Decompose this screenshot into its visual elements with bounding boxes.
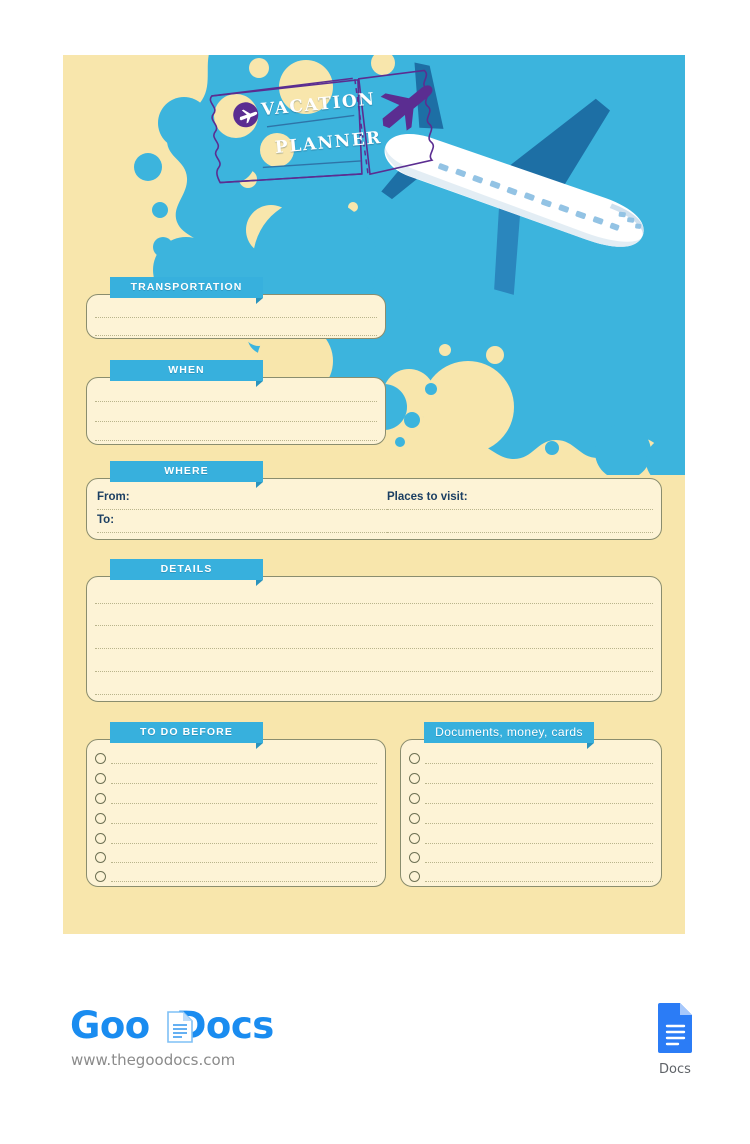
- field-label-from: From:: [97, 491, 130, 503]
- blob-cutout-circle: [439, 344, 451, 356]
- section-label-documents-money-cards: Documents, money, cards: [424, 722, 594, 749]
- dotted-line: [95, 648, 653, 649]
- blob-cutout-circle: [422, 361, 514, 453]
- dotted-line: [95, 603, 653, 604]
- section-label-transportation: TRANSPORTATION: [110, 277, 263, 304]
- decorative-circle: [349, 343, 361, 355]
- dotted-line: [425, 843, 653, 844]
- checkbox-circle[interactable]: [409, 773, 420, 784]
- ruled-lines: [87, 577, 661, 701]
- checkbox-circle[interactable]: [95, 871, 106, 882]
- section-label-where: WHERE: [110, 461, 263, 488]
- field-label-places-to-visit: Places to visit:: [387, 491, 468, 503]
- dotted-line: [425, 783, 653, 784]
- logo-text-part1: Goo: [70, 1004, 150, 1047]
- blob-cutout-circle: [249, 58, 269, 78]
- checkbox-circle[interactable]: [95, 813, 106, 824]
- dotted-line: [111, 881, 377, 882]
- google-docs-icon: [658, 1003, 692, 1053]
- checkbox-circle[interactable]: [95, 773, 106, 784]
- checkbox-circle[interactable]: [95, 833, 106, 844]
- website-url[interactable]: www.thegoodocs.com: [71, 1051, 235, 1069]
- checkbox-circle[interactable]: [409, 852, 420, 863]
- decorative-circle: [405, 330, 425, 350]
- decorative-circle: [158, 97, 210, 149]
- dotted-line: [95, 421, 377, 422]
- section-label-to-do-before: TO DO BEFORE: [110, 722, 263, 749]
- checkbox-circle[interactable]: [95, 753, 106, 764]
- planner-document: VACATION PLANNER TRANSPORTATION WHEN WHE…: [63, 55, 685, 934]
- input-places-to-visit-2[interactable]: [387, 532, 653, 533]
- page-canvas: VACATION PLANNER TRANSPORTATION WHEN WHE…: [0, 0, 750, 1144]
- decorative-circle: [425, 383, 437, 395]
- dotted-line: [95, 335, 377, 336]
- decorative-circle: [152, 202, 168, 218]
- footer: Goo Docs www.thegoodocs.com Docs: [0, 934, 750, 1144]
- dotted-line: [425, 803, 653, 804]
- dotted-line: [425, 763, 653, 764]
- dotted-line: [111, 862, 377, 863]
- document-page-icon: [167, 1011, 193, 1043]
- section-label-when: WHEN: [110, 360, 263, 387]
- dotted-line: [425, 823, 653, 824]
- input-when[interactable]: [86, 377, 386, 445]
- checkbox-circle[interactable]: [409, 833, 420, 844]
- checkbox-circle[interactable]: [95, 852, 106, 863]
- checklist-documents-money-cards[interactable]: [400, 739, 662, 887]
- dotted-line: [95, 440, 377, 441]
- dotted-line: [95, 625, 653, 626]
- ticket-stub-outline: [357, 69, 435, 176]
- decorative-circle: [646, 437, 685, 475]
- dotted-line: [95, 671, 653, 672]
- checkbox-circle[interactable]: [95, 793, 106, 804]
- ruled-lines: [87, 740, 385, 886]
- google-docs-badge[interactable]: Docs: [645, 1002, 705, 1077]
- dotted-line: [425, 881, 653, 882]
- ticket-rule: [262, 160, 361, 169]
- dotted-line: [95, 401, 377, 402]
- ticket-bottom-edge: [220, 173, 362, 184]
- input-from[interactable]: [97, 509, 435, 510]
- input-places-to-visit-1[interactable]: [387, 509, 653, 510]
- goodocs-logo[interactable]: Goo Docs www.thegoodocs.com: [70, 1004, 370, 1074]
- decorative-circle: [395, 437, 405, 447]
- input-details[interactable]: [86, 576, 662, 702]
- checkbox-circle[interactable]: [409, 813, 420, 824]
- checkbox-circle[interactable]: [409, 793, 420, 804]
- blob-cutout-circle: [481, 385, 495, 399]
- input-transportation[interactable]: [86, 294, 386, 339]
- checkbox-circle[interactable]: [409, 871, 420, 882]
- vacation-planner-ticket: VACATION PLANNER: [203, 66, 453, 203]
- dotted-line: [425, 862, 653, 863]
- checklist-to-do-before[interactable]: [86, 739, 386, 887]
- dotted-line: [95, 694, 653, 695]
- dotted-line: [95, 317, 377, 318]
- decorative-circle: [404, 412, 420, 428]
- where-field-group: From: To: Places to visit:: [86, 478, 662, 540]
- dotted-line: [111, 783, 377, 784]
- input-to[interactable]: [97, 532, 435, 533]
- checkbox-circle[interactable]: [409, 753, 420, 764]
- decorative-circle: [134, 153, 162, 181]
- ruled-lines: [87, 378, 385, 444]
- decorative-circle: [545, 441, 559, 455]
- ruled-lines: [401, 740, 661, 886]
- airplane-silhouette-icon: [380, 85, 433, 131]
- section-label-details: DETAILS: [110, 559, 263, 586]
- blob-cutout-circle: [486, 346, 504, 364]
- dotted-line: [111, 763, 377, 764]
- dotted-line: [111, 803, 377, 804]
- dotted-line: [111, 823, 377, 824]
- dotted-line: [111, 843, 377, 844]
- ruled-lines: [87, 295, 385, 338]
- field-label-to: To:: [97, 514, 115, 526]
- docs-badge-label: Docs: [659, 1062, 691, 1077]
